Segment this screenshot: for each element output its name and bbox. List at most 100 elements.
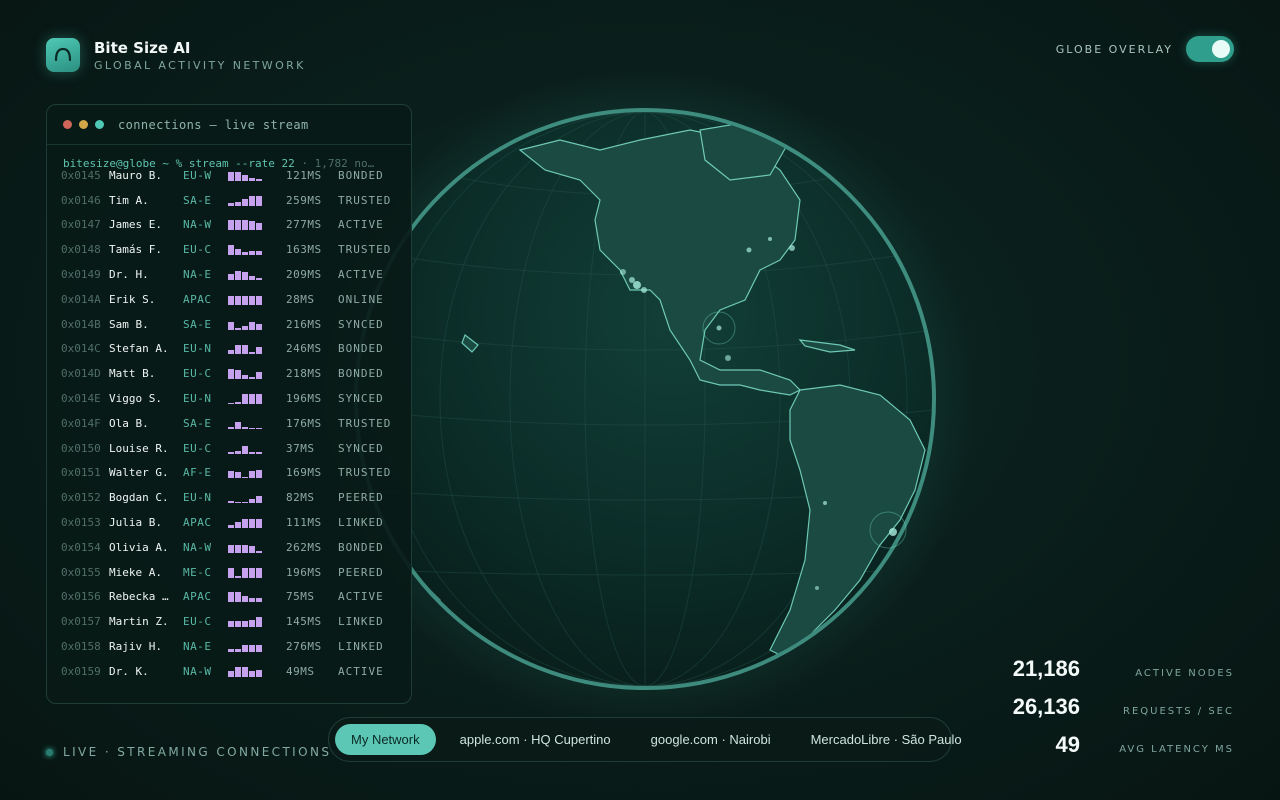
connection-row[interactable]: 0x0150 Louise R. EU-C 37MS SYNCED bbox=[61, 436, 411, 461]
connection-latency: 75MS bbox=[286, 590, 315, 604]
sparkline-bar bbox=[235, 649, 241, 653]
connection-row[interactable]: 0x014C Stefan A. EU-N 246MS BONDED bbox=[61, 337, 411, 362]
connection-row[interactable]: 0x0158 Rajiv H. NA-E 276MS LINKED bbox=[61, 634, 411, 659]
sparkline-bar bbox=[242, 325, 248, 330]
tab-google-nairobi[interactable]: google.com · Nairobi bbox=[635, 724, 787, 755]
stat-value: 26,136 bbox=[1012, 694, 1080, 719]
sparkline-bar bbox=[235, 220, 241, 231]
sparkline-bar bbox=[228, 567, 234, 578]
connection-latency: 145MS bbox=[286, 615, 322, 629]
connections-panel[interactable]: connections — live stream bitesize@globe… bbox=[46, 104, 412, 704]
sparkline-bar bbox=[242, 174, 248, 181]
tab-apple-cupertino[interactable]: apple.com · HQ Cupertino bbox=[444, 724, 627, 755]
connection-status: SYNCED bbox=[338, 441, 384, 455]
sparkline-bar bbox=[235, 522, 241, 529]
sparkline-bar bbox=[249, 427, 255, 429]
connection-region: EU-C bbox=[183, 367, 212, 381]
sparkline-bar bbox=[256, 598, 262, 603]
connection-status: SYNCED bbox=[338, 317, 384, 331]
connection-row[interactable]: 0x014F Ola B. SA-E 176MS TRUSTED bbox=[61, 411, 411, 436]
sparkline-bar bbox=[228, 403, 234, 405]
connection-name: Walter G. bbox=[109, 466, 169, 480]
connection-id: 0x0157 bbox=[61, 615, 101, 629]
sparkline-bar bbox=[249, 295, 255, 305]
connection-row[interactable]: 0x0148 Tamás F. EU-C 163MS TRUSTED bbox=[61, 237, 411, 262]
sparkline-bar bbox=[228, 621, 234, 628]
stat-label: ACTIVE NODES bbox=[1135, 668, 1234, 679]
connection-row[interactable]: 0x0157 Martin Z. EU-C 145MS LINKED bbox=[61, 609, 411, 634]
connection-latency: 196MS bbox=[286, 565, 322, 579]
sparkline-bar bbox=[235, 295, 241, 305]
command-line: bitesize@globe ~ % stream --rate 22 · 1,… bbox=[47, 145, 387, 169]
globe-sphere bbox=[354, 108, 936, 690]
connection-id: 0x014E bbox=[61, 392, 101, 406]
sparkline-bar bbox=[256, 550, 262, 553]
globe-overlay-toggle[interactable] bbox=[1186, 36, 1234, 62]
tab-mercadolibre-sao-paulo[interactable]: MercadoLibre · São Paulo bbox=[795, 724, 978, 755]
connection-id: 0x0146 bbox=[61, 193, 101, 207]
connection-row[interactable]: 0x014E Viggo S. EU-N 196MS SYNCED bbox=[61, 386, 411, 411]
connection-region: EU-C bbox=[183, 243, 212, 257]
sparkline-bar bbox=[228, 321, 234, 330]
connection-name: Mieke A. bbox=[109, 565, 162, 579]
connection-row[interactable]: 0x0153 Julia B. APAC 111MS LINKED bbox=[61, 510, 411, 535]
connection-id: 0x0149 bbox=[61, 268, 101, 282]
globe-glow bbox=[315, 69, 975, 729]
connection-id: 0x0150 bbox=[61, 441, 101, 455]
connection-row[interactable]: 0x014B Sam B. SA-E 216MS SYNCED bbox=[61, 312, 411, 337]
maximize-dot-icon[interactable] bbox=[95, 120, 104, 129]
connection-id: 0x0145 bbox=[61, 168, 101, 182]
connection-row[interactable]: 0x014D Matt B. EU-C 218MS BONDED bbox=[61, 361, 411, 386]
sparkline-bar bbox=[228, 592, 234, 603]
sparkline-bar bbox=[242, 596, 248, 603]
connection-row[interactable]: 0x014A Erik S. APAC 28MS ONLINE bbox=[61, 287, 411, 312]
connection-latency: 163MS bbox=[286, 243, 322, 257]
connection-status: ONLINE bbox=[338, 292, 384, 306]
connection-row[interactable]: 0x0159 Dr. K. NA-W 49MS ACTIVE bbox=[61, 659, 411, 684]
connection-row[interactable]: 0x0146 Tim A. SA-E 259MS TRUSTED bbox=[61, 188, 411, 213]
activity-sparkline bbox=[228, 443, 286, 454]
connection-name: Erik S. bbox=[109, 292, 156, 306]
sparkline-bar bbox=[235, 370, 241, 380]
sparkline-bar bbox=[256, 427, 262, 429]
sparkline-bar bbox=[235, 171, 241, 181]
connection-row[interactable]: 0x0149 Dr. H. NA-E 209MS ACTIVE bbox=[61, 262, 411, 287]
connection-row[interactable]: 0x0155 Mieke A. ME-C 196MS PEERED bbox=[61, 560, 411, 585]
sparkline-bar bbox=[242, 544, 248, 553]
live-label: LIVE · STREAMING CONNECTIONS bbox=[63, 745, 332, 759]
activity-sparkline bbox=[228, 492, 286, 504]
connection-region: NA-W bbox=[183, 664, 212, 678]
sparkline-bar bbox=[235, 592, 241, 603]
live-dot-icon bbox=[46, 748, 53, 756]
connection-id: 0x0158 bbox=[61, 640, 101, 654]
command-text: bitesize@globe ~ % stream --rate 22 bbox=[63, 157, 295, 169]
minimize-dot-icon[interactable] bbox=[79, 120, 88, 129]
sparkline-bar bbox=[256, 347, 262, 355]
connection-row[interactable]: 0x0151 Walter G. AF-E 169MS TRUSTED bbox=[61, 461, 411, 486]
sparkline-bar bbox=[228, 501, 234, 504]
sparkline-bar bbox=[242, 394, 248, 405]
sparkline-bar bbox=[242, 345, 248, 355]
sparkline-bar bbox=[256, 295, 262, 305]
sparkline-bar bbox=[256, 223, 262, 231]
sparkline-bar bbox=[249, 670, 255, 677]
connection-row[interactable]: 0x0147 James E. NA-W 277MS ACTIVE bbox=[61, 213, 411, 238]
connection-row[interactable]: 0x0156 Rebecka … APAC 75MS ACTIVE bbox=[61, 585, 411, 610]
sparkline-bar bbox=[242, 477, 248, 479]
connection-region: ME-C bbox=[183, 565, 212, 579]
connection-row[interactable]: 0x0152 Bogdan C. EU-N 82MS PEERED bbox=[61, 485, 411, 510]
close-dot-icon[interactable] bbox=[63, 120, 72, 129]
connection-row[interactable]: 0x0154 Olivia A. NA-W 262MS BONDED bbox=[61, 535, 411, 560]
stat-value: 21,186 bbox=[1012, 656, 1080, 681]
sparkline-bar bbox=[228, 202, 234, 206]
tab-my-network[interactable]: My Network bbox=[335, 724, 436, 755]
connection-name: Tamás F. bbox=[109, 243, 162, 257]
sparkline-bar bbox=[228, 670, 234, 677]
stat-value: 49 bbox=[1055, 732, 1080, 757]
connection-status: BONDED bbox=[338, 168, 384, 182]
connection-name: Mauro B. bbox=[109, 168, 162, 182]
connection-status: BONDED bbox=[338, 540, 384, 554]
stat-active-nodes: 21,186 ACTIVE NODES bbox=[974, 656, 1234, 694]
connection-list[interactable]: 0x0145 Mauro B. EU-W 121MS BONDED 0x0146 Tim A… bbox=[47, 163, 411, 684]
connection-latency: 277MS bbox=[286, 218, 322, 232]
